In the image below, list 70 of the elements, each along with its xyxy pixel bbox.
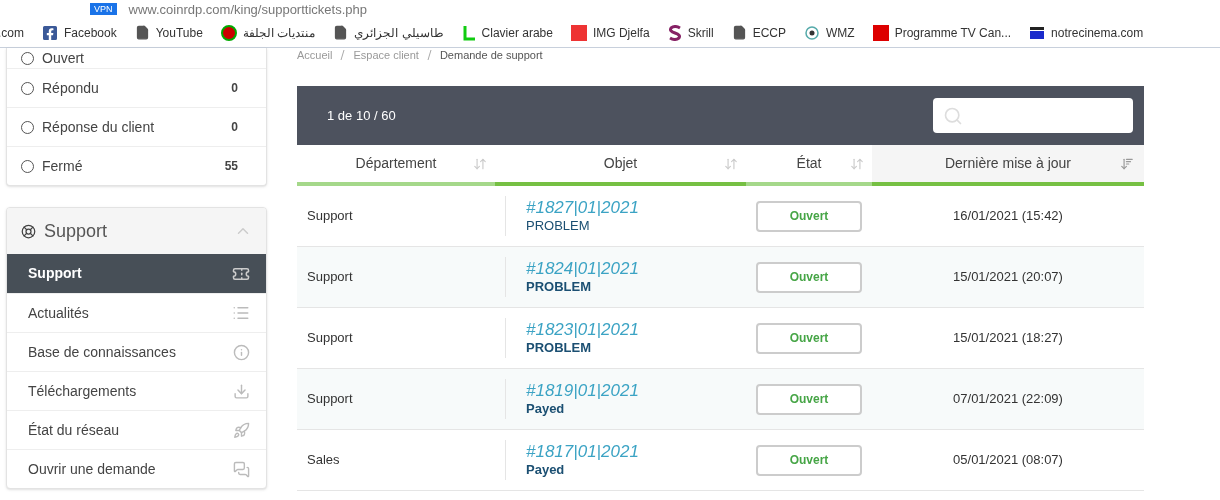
sort-icon bbox=[473, 156, 487, 171]
bookmark-link[interactable]: ECCP bbox=[752, 23, 786, 42]
status-filter-item[interactable]: Fermé 55 bbox=[7, 146, 266, 185]
pagination-text: 1 de 10 / 60 bbox=[327, 106, 396, 125]
status-label: Ouvert bbox=[756, 444, 862, 476]
bookmark-link[interactable]: طاسيلي الجزائري bbox=[354, 23, 444, 42]
download-icon bbox=[233, 382, 250, 400]
status-label: Ouvert bbox=[756, 383, 862, 415]
s-logo-icon bbox=[667, 24, 682, 41]
tv-logo-icon bbox=[872, 24, 889, 41]
bookmark-link[interactable]: IMG Djelfa bbox=[592, 23, 650, 42]
chat-icon bbox=[233, 460, 250, 478]
logo-icon bbox=[570, 24, 587, 41]
eye-logo-icon bbox=[803, 24, 820, 41]
bookmark-link[interactable]: Skrill bbox=[687, 23, 714, 42]
status-filter-item[interactable]: Ouvert bbox=[7, 48, 266, 68]
list-icon bbox=[232, 304, 250, 322]
ticket-subject: PROBLEM bbox=[526, 340, 592, 356]
breadcrumb-separator bbox=[426, 50, 432, 60]
search-field[interactable] bbox=[933, 98, 1133, 133]
table-cell: Support bbox=[297, 247, 495, 308]
bookmark-link[interactable]: WMZ bbox=[825, 23, 855, 42]
panel-title: Support bbox=[44, 219, 109, 243]
menu-item[interactable]: Base de connaissances bbox=[7, 332, 266, 371]
page-icon bbox=[333, 25, 349, 40]
breadcrumb-separator bbox=[340, 50, 346, 60]
page-icon bbox=[134, 25, 150, 40]
page-icon bbox=[731, 25, 747, 40]
rocket-icon bbox=[233, 421, 250, 439]
ticket-subject: PROBLEM bbox=[526, 218, 591, 234]
status-filter-item[interactable]: Répondu 0 bbox=[7, 68, 266, 107]
status-filter-item[interactable]: Réponse du client 0 bbox=[7, 107, 266, 146]
menu-item[interactable]: Téléchargements bbox=[7, 371, 266, 410]
search-icon bbox=[943, 105, 963, 126]
bookmark-link[interactable]: Programme TV Can... bbox=[894, 23, 1012, 42]
vpn-badge[interactable]: VPN bbox=[90, 3, 117, 15]
breadcrumb-link[interactable]: Demande de support bbox=[439, 49, 543, 61]
table-cell: 07/01/2021 (22:09) bbox=[872, 369, 1144, 430]
bookmark-link[interactable]: notrecinema.com bbox=[1051, 23, 1144, 42]
ticket-subject: PROBLEM bbox=[526, 279, 592, 295]
panel-header[interactable]: Support bbox=[7, 208, 266, 254]
bookmark-link[interactable]: Clavier arabe bbox=[481, 23, 553, 42]
column-header[interactable]: Dernière mise à jour bbox=[872, 145, 1144, 186]
round-logo-icon bbox=[220, 24, 237, 41]
status-label: Ouvert bbox=[756, 200, 862, 232]
table-cell: Support bbox=[297, 369, 495, 430]
status-label: Ouvert bbox=[756, 261, 862, 293]
l-logo-icon bbox=[461, 24, 476, 41]
sort-descending-icon bbox=[1120, 156, 1134, 171]
bookmark-link[interactable]: منتديات الجلفة bbox=[242, 23, 316, 42]
menu-item[interactable]: État du réseau bbox=[7, 410, 266, 449]
lifebuoy-icon bbox=[21, 223, 36, 239]
sort-icon bbox=[724, 156, 738, 171]
count-text: 0 bbox=[231, 119, 238, 136]
bookmark-link[interactable]: Facebook bbox=[64, 23, 117, 42]
ticket-subject: Payed bbox=[526, 462, 566, 478]
status-label: Ouvert bbox=[756, 322, 862, 354]
facebook-logo-icon bbox=[42, 24, 58, 41]
info-icon bbox=[233, 343, 250, 361]
clapperboard-icon bbox=[1029, 25, 1046, 40]
bookmark-link[interactable]: YouTube bbox=[155, 23, 203, 42]
menu-item[interactable]: Actualités bbox=[7, 293, 266, 332]
count-text: 0 bbox=[231, 80, 238, 97]
menu-item[interactable]: Ouvrir une demande bbox=[7, 449, 266, 488]
count-text: 55 bbox=[224, 158, 238, 175]
url-text[interactable]: www.coinrdp.com/king/supporttickets.php bbox=[128, 2, 367, 16]
sort-icon bbox=[850, 156, 864, 171]
table-cell: 15/01/2021 (20:07) bbox=[872, 247, 1144, 308]
ticket-subject: Payed bbox=[526, 401, 566, 417]
menu-item[interactable]: Support bbox=[7, 254, 266, 293]
